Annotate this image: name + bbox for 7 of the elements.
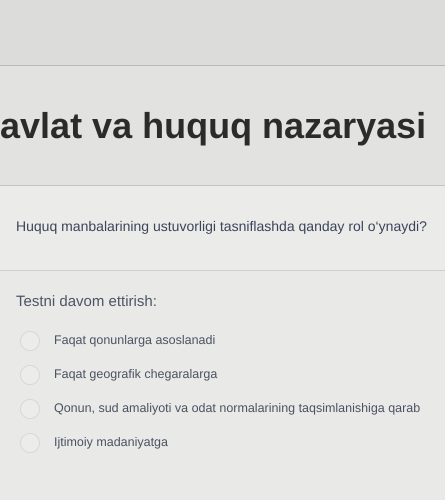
option-label[interactable]: Ijtimoiy madaniyatga	[54, 433, 168, 452]
option-label[interactable]: Faqat qonunlarga asoslanadi	[54, 331, 216, 350]
option-label[interactable]: Qonun, sud amaliyoti va odat normalarining taqsimlanishiga qarab	[54, 399, 420, 418]
question-text: Huquq manbalarining ustuvorligi tasniflashda qanday rol o‘ynaydi?	[16, 217, 428, 236]
option-label[interactable]: Faqat geografik chegaralarga	[54, 365, 218, 384]
page-title: avlat va huquq nazaryasi	[0, 104, 426, 148]
section-label: Testni davom ettirish:	[16, 292, 158, 312]
